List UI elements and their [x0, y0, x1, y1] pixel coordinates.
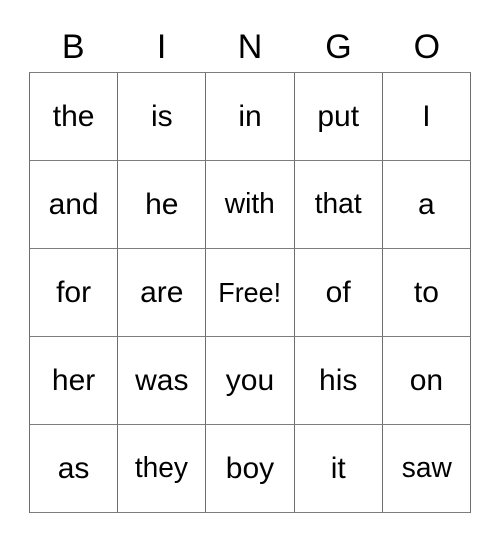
bingo-cell-label: of	[325, 275, 351, 309]
bingo-cell-label: to	[413, 275, 439, 309]
bingo-cell-o2[interactable]: a	[382, 161, 471, 249]
bingo-header-letter-o: O	[413, 28, 441, 66]
bingo-cell-o4[interactable]: on	[382, 337, 471, 425]
bingo-cell-label: for	[56, 275, 92, 309]
bingo-cell-label: are	[140, 275, 184, 309]
bingo-cell-label: boy	[225, 451, 275, 485]
bingo-cell-label: on	[409, 363, 444, 397]
bingo-cell-label: put	[317, 99, 360, 133]
bingo-cell-i3[interactable]: are	[118, 249, 207, 337]
bingo-cell-label: you	[225, 363, 275, 397]
bingo-cell-o5[interactable]: saw	[382, 425, 471, 513]
bingo-cell-o1[interactable]: I	[382, 73, 471, 161]
bingo-cell-label: I	[422, 99, 431, 133]
bingo-cell-n5[interactable]: boy	[206, 425, 295, 513]
bingo-cell-g3[interactable]: of	[294, 249, 383, 337]
bingo-cell-i2[interactable]: he	[118, 161, 207, 249]
bingo-cell-i5[interactable]: they	[118, 425, 207, 513]
bingo-cell-g4[interactable]: his	[294, 337, 383, 425]
bingo-header-letter-i: I	[156, 28, 167, 66]
bingo-cell-b1[interactable]: the	[30, 73, 119, 161]
bingo-cell-label: and	[48, 187, 99, 221]
bingo-cell-label: that	[314, 188, 362, 220]
bingo-cell-label: was	[135, 363, 189, 397]
bingo-free-space-label: Free!	[218, 276, 282, 308]
bingo-cell-label: saw	[401, 452, 452, 484]
bingo-header-row: B I N G O	[29, 22, 471, 72]
bingo-cell-label: with	[224, 188, 276, 220]
bingo-cell-n2[interactable]: with	[206, 161, 295, 249]
bingo-cell-label: it	[330, 451, 346, 485]
bingo-cell-label: in	[238, 99, 262, 133]
bingo-cell-label: a	[418, 187, 435, 221]
bingo-cell-i1[interactable]: is	[118, 73, 207, 161]
bingo-cell-label: the	[52, 99, 95, 133]
bingo-cell-b5[interactable]: as	[30, 425, 119, 513]
bingo-cell-g1[interactable]: put	[294, 73, 383, 161]
bingo-cell-free-space[interactable]: Free!	[206, 249, 295, 337]
bingo-cell-n4[interactable]: you	[206, 337, 295, 425]
bingo-header-letter-n: N	[237, 28, 263, 66]
bingo-grid: the is in put I and he with that a for a…	[29, 72, 471, 513]
bingo-header-letter-b: B	[61, 28, 85, 66]
bingo-cell-label: is	[150, 99, 173, 133]
bingo-cell-b3[interactable]: for	[30, 249, 119, 337]
bingo-cell-i4[interactable]: was	[118, 337, 207, 425]
bingo-header-letter-g: G	[325, 28, 352, 66]
bingo-cell-label: her	[51, 363, 96, 397]
bingo-cell-g2[interactable]: that	[294, 161, 383, 249]
bingo-cell-b4[interactable]: her	[30, 337, 119, 425]
bingo-cell-label: they	[135, 452, 189, 484]
bingo-cell-b2[interactable]: and	[30, 161, 119, 249]
bingo-cell-label: as	[57, 451, 90, 485]
bingo-cell-o3[interactable]: to	[382, 249, 471, 337]
bingo-card: B I N G O the is in put I and he with th…	[0, 0, 500, 544]
bingo-cell-n1[interactable]: in	[206, 73, 295, 161]
bingo-cell-g5[interactable]: it	[294, 425, 383, 513]
bingo-cell-label: his	[319, 363, 358, 397]
bingo-cell-label: he	[145, 187, 179, 221]
